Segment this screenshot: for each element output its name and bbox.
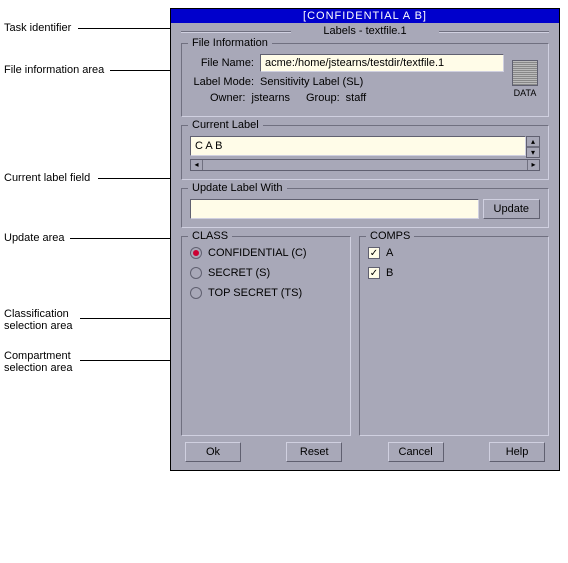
comps-option-label: A (386, 247, 393, 259)
scroll-left-icon[interactable]: ◂ (191, 160, 203, 170)
class-option-secret[interactable]: SECRET (S) (190, 267, 342, 279)
callout-compartment-area: Compartment selection area (4, 350, 73, 374)
checkbox-icon (368, 247, 380, 259)
callout-current-label-field: Current label field (4, 172, 90, 184)
group-label: Group: (306, 92, 346, 104)
file-information-group: File Information File Name: Label Mode: … (181, 43, 549, 117)
reset-button[interactable]: Reset (286, 442, 342, 462)
checkbox-icon (368, 267, 380, 279)
ok-button[interactable]: Ok (185, 442, 241, 462)
class-legend: CLASS (188, 230, 232, 242)
class-option-label: TOP SECRET (TS) (208, 287, 302, 299)
scroll-right-icon[interactable]: ▸ (527, 160, 539, 170)
callout-update-area: Update area (4, 232, 65, 244)
scroll-up-icon[interactable]: ▴ (527, 137, 539, 147)
dialog-button-row: Ok Reset Cancel Help (181, 436, 549, 462)
current-label-group: Current Label C A B ▴ ▾ ◂ ▸ (181, 125, 549, 180)
owner-label: Owner: (210, 92, 251, 104)
help-button[interactable]: Help (489, 442, 545, 462)
scroll-down-icon[interactable]: ▾ (527, 147, 539, 157)
current-label-hscroll[interactable]: ◂ ▸ (190, 159, 540, 171)
filename-label: File Name: (190, 57, 260, 69)
class-panel: CLASS CONFIDENTIAL (C) SECRET (S) TOP SE… (181, 236, 351, 436)
owner-value: jstearns (251, 92, 290, 104)
radio-icon (190, 247, 202, 259)
callout-line (70, 238, 180, 239)
class-option-confidential[interactable]: CONFIDENTIAL (C) (190, 247, 342, 259)
class-option-label: CONFIDENTIAL (C) (208, 247, 307, 259)
data-icon (512, 60, 538, 86)
update-button[interactable]: Update (483, 199, 540, 219)
comps-option-b[interactable]: B (368, 267, 540, 279)
radio-icon (190, 267, 202, 279)
comps-option-a[interactable]: A (368, 247, 540, 259)
current-label-legend: Current Label (188, 119, 263, 131)
labelmode-label: Label Mode: (190, 76, 260, 88)
callout-file-info-area: File information area (4, 64, 104, 76)
radio-icon (190, 287, 202, 299)
update-label-legend: Update Label With (188, 182, 287, 194)
current-label-field[interactable]: C A B (190, 136, 526, 156)
labels-dialog: [CONFIDENTIAL A B] Labels - textfile.1 F… (170, 8, 560, 471)
callout-task-identifier: Task identifier (4, 22, 71, 34)
data-badge-label: DATA (514, 88, 537, 98)
group-value: staff (346, 92, 367, 104)
labelmode-value: Sensitivity Label (SL) (260, 76, 363, 88)
current-label-vscroll[interactable]: ▴ ▾ (526, 136, 540, 158)
update-label-field[interactable] (190, 199, 479, 219)
class-option-label: SECRET (S) (208, 267, 270, 279)
filename-field[interactable] (260, 54, 504, 72)
callout-classification-area: Classification selection area (4, 308, 73, 332)
file-information-legend: File Information (188, 37, 272, 49)
update-label-group: Update Label With Update (181, 188, 549, 228)
comps-option-label: B (386, 267, 393, 279)
comps-panel: COMPS A B (359, 236, 549, 436)
class-option-topsecret[interactable]: TOP SECRET (TS) (190, 287, 342, 299)
titlebar: [CONFIDENTIAL A B] (171, 9, 559, 23)
data-type-badge: DATA (510, 60, 540, 108)
comps-legend: COMPS (366, 230, 414, 242)
cancel-button[interactable]: Cancel (388, 442, 444, 462)
